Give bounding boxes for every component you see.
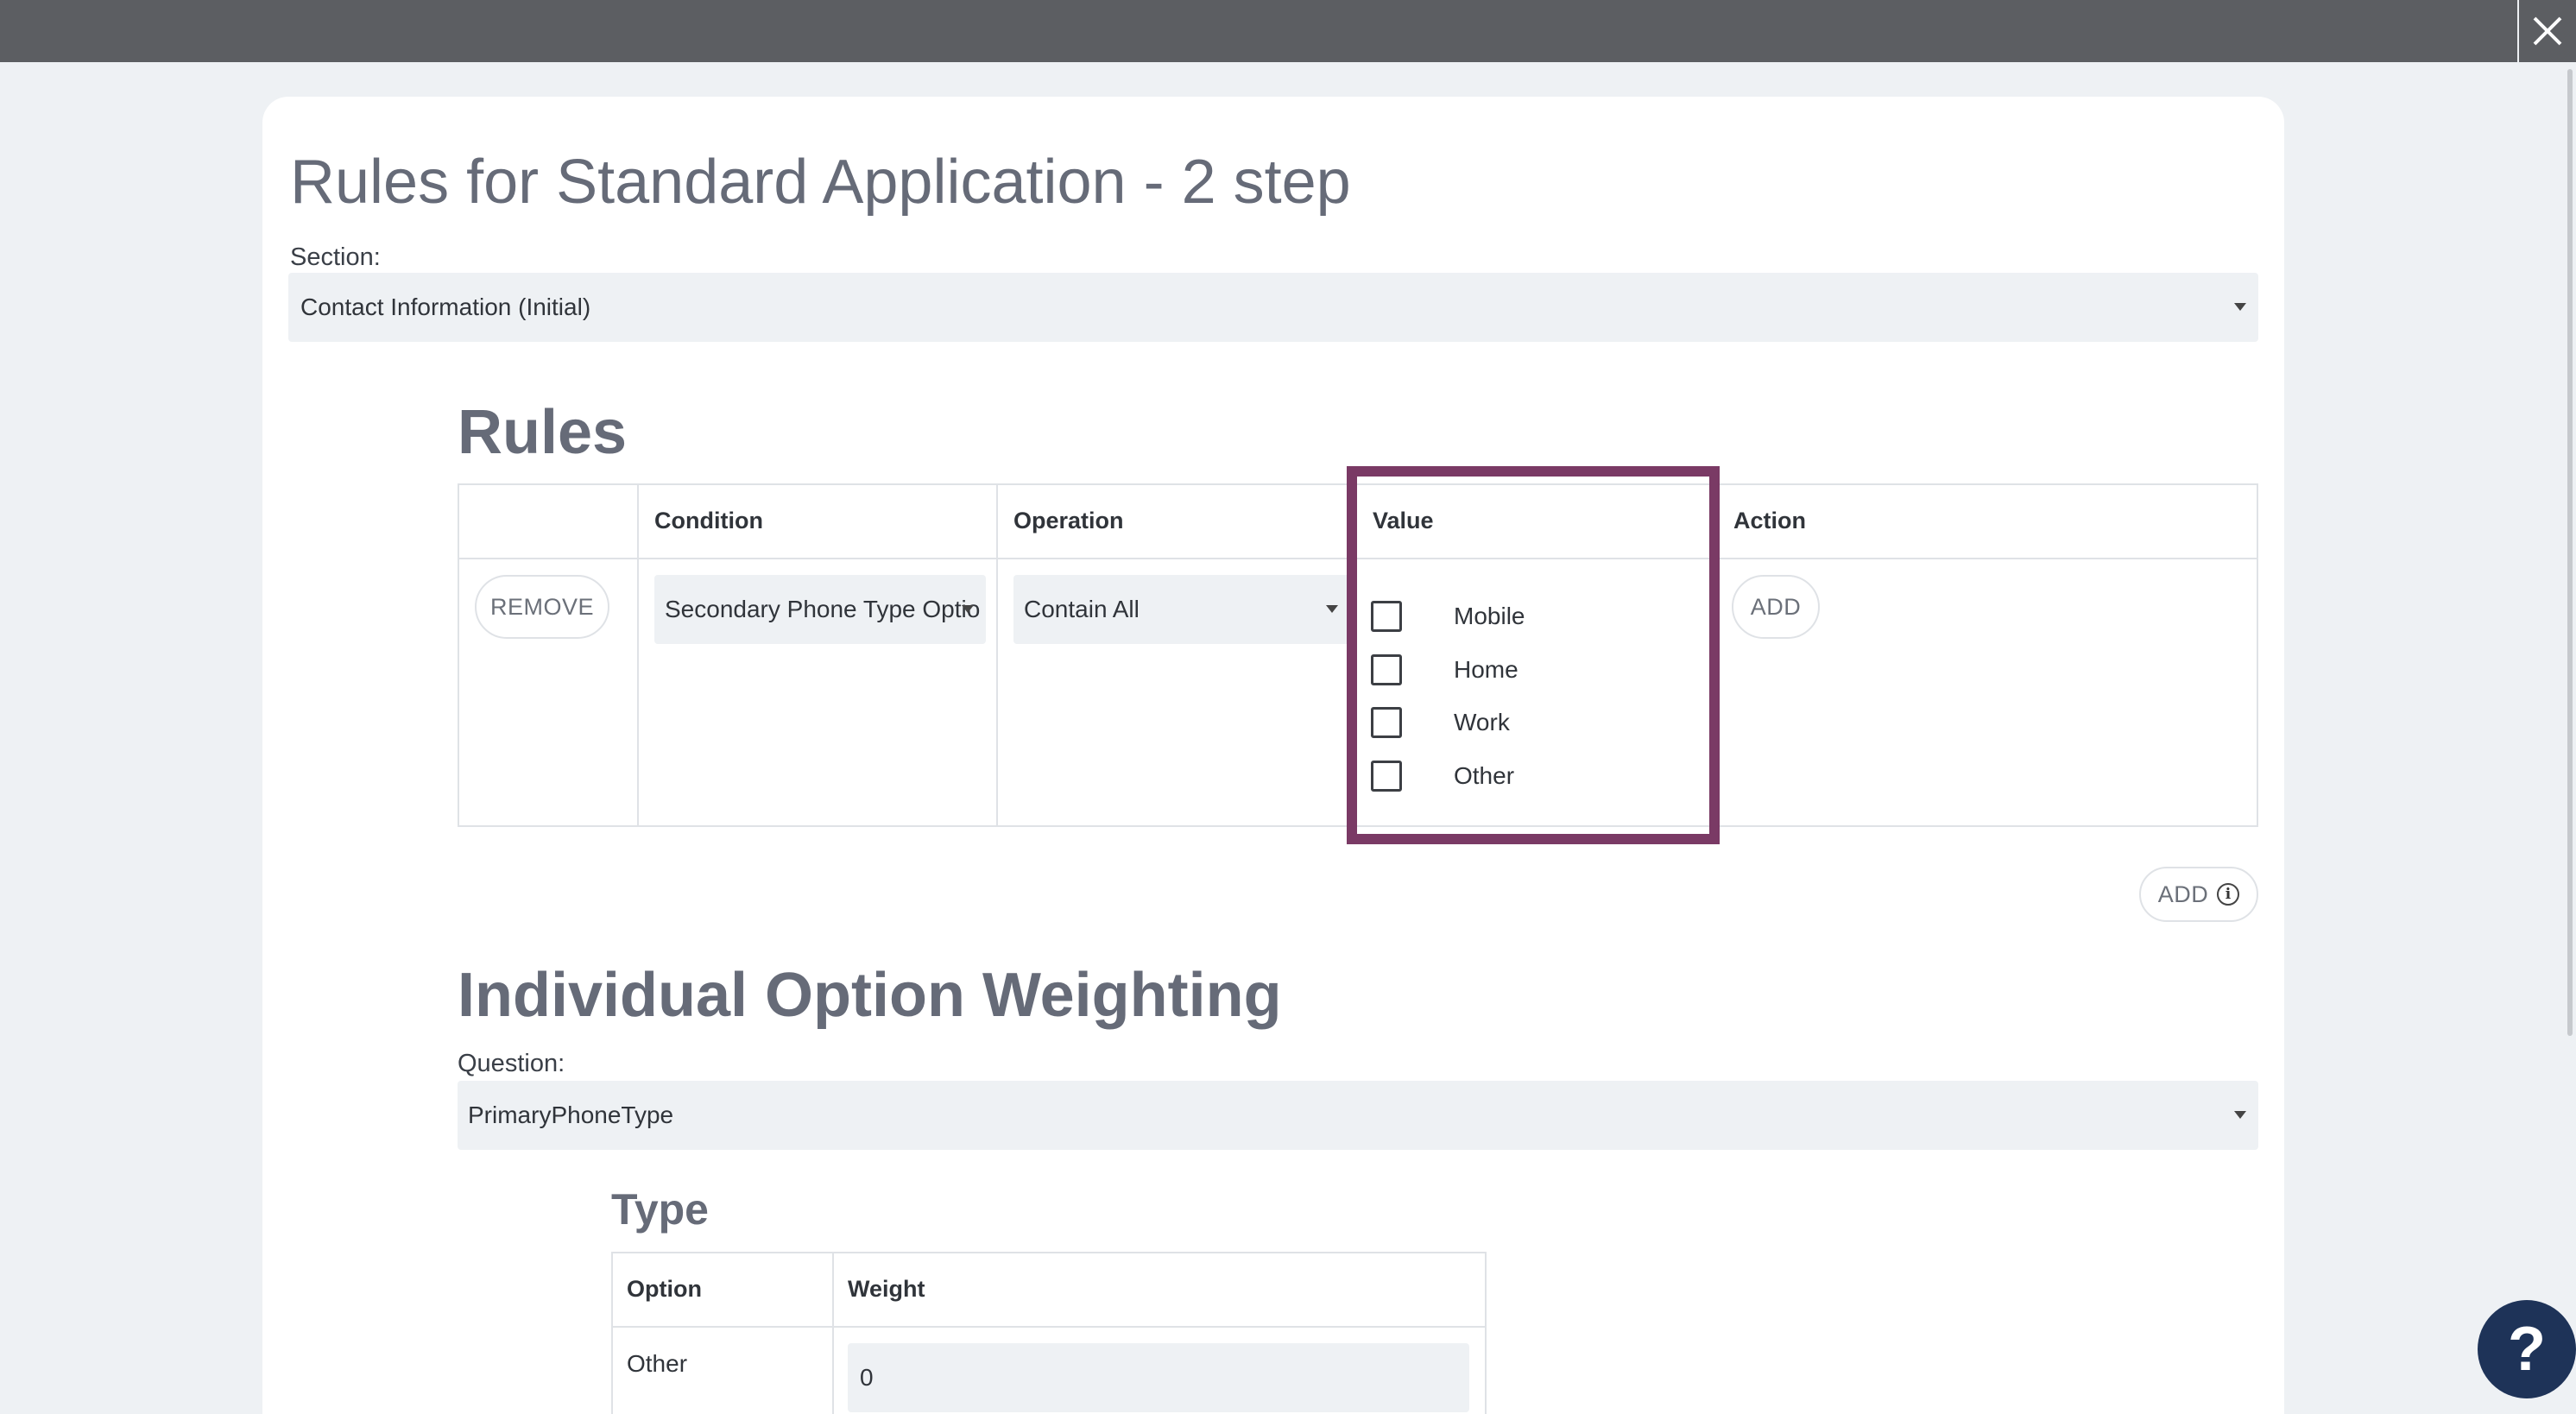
column-divider [637, 485, 639, 825]
question-label: Question: [458, 1050, 565, 1077]
section-select-value: Contact Information (Initial) [300, 294, 591, 320]
rules-heading: Rules [458, 398, 628, 467]
column-header-operation: Operation [1013, 508, 1124, 533]
column-divider [996, 485, 998, 825]
close-button[interactable] [2517, 0, 2576, 62]
condition-select-value: Secondary Phone Type Optio [665, 596, 981, 622]
add-action-button[interactable]: ADD [1732, 575, 1820, 639]
page-title: Rules for Standard Application - 2 step [290, 148, 1351, 217]
info-icon: i [2217, 883, 2240, 906]
option-cell: Other [627, 1350, 688, 1377]
question-select-value: PrimaryPhoneType [468, 1102, 674, 1128]
type-heading: Type [611, 1185, 709, 1234]
chevron-down-icon [2234, 1111, 2246, 1119]
question-select[interactable]: PrimaryPhoneType [458, 1081, 2258, 1150]
chevron-down-icon [2234, 303, 2246, 311]
top-bar [0, 0, 2576, 62]
add-rule-button[interactable]: ADD i [2139, 867, 2258, 922]
close-icon [2533, 16, 2562, 46]
value-column-highlight [1347, 466, 1720, 844]
help-icon: ? [2508, 1315, 2546, 1384]
operation-select-value: Contain All [1024, 596, 1140, 622]
column-header-action: Action [1733, 508, 1806, 533]
scrollbar-thumb[interactable] [2567, 69, 2573, 1036]
section-label: Section: [290, 243, 381, 271]
chevron-down-icon [1326, 605, 1338, 613]
chevron-down-icon [962, 605, 974, 613]
column-header-weight: Weight [848, 1276, 925, 1302]
page-scrollbar[interactable] [2562, 62, 2576, 1414]
operation-select[interactable]: Contain All [1013, 575, 1350, 644]
header-divider [613, 1326, 1485, 1328]
weight-input[interactable] [848, 1343, 1469, 1412]
weighting-table: Option Weight Other [611, 1252, 1487, 1414]
remove-rule-button[interactable]: REMOVE [475, 575, 609, 639]
condition-select[interactable]: Secondary Phone Type Optio [654, 575, 986, 644]
column-header-condition: Condition [654, 508, 763, 533]
weighting-heading: Individual Option Weighting [458, 961, 1282, 1030]
column-header-option: Option [627, 1276, 702, 1302]
add-rule-label: ADD [2157, 881, 2209, 907]
column-divider [832, 1253, 834, 1414]
help-button[interactable]: ? [2478, 1300, 2576, 1398]
section-select[interactable]: Contact Information (Initial) [288, 273, 2258, 342]
